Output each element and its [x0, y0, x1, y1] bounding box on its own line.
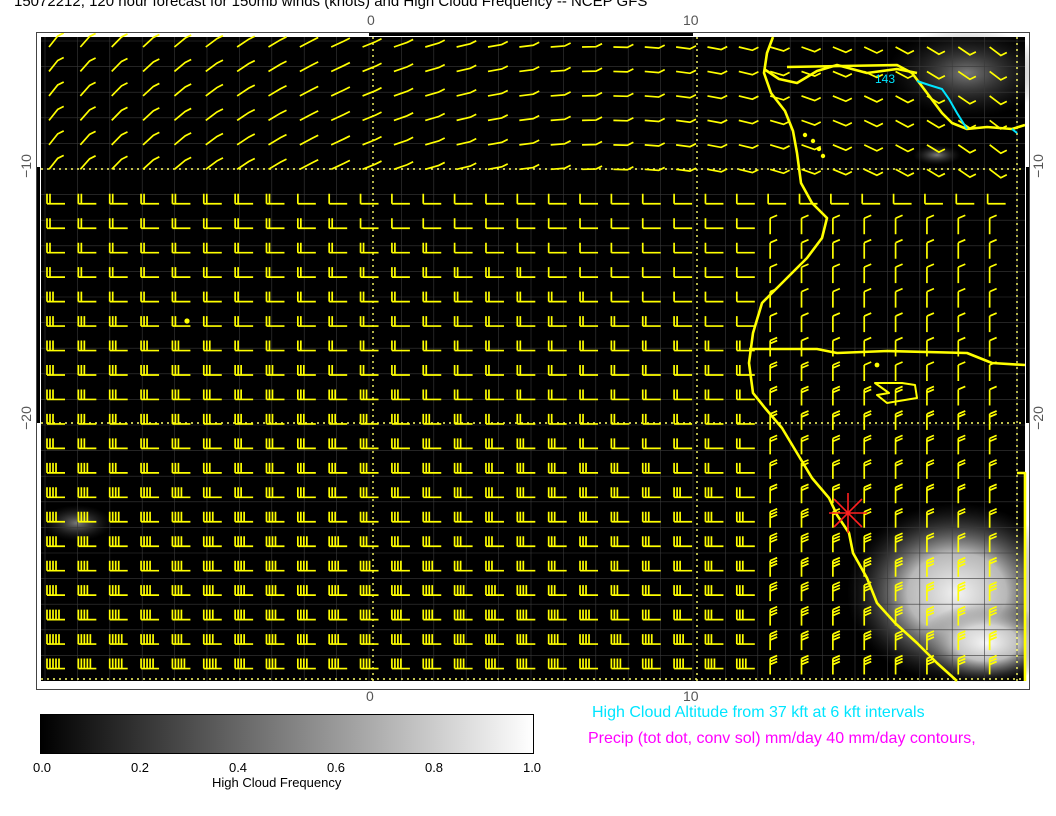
- y-tick-right-20: −20: [1029, 406, 1046, 430]
- colorbar-label-0: 0.0: [32, 760, 52, 775]
- colorbar-label-1: 0.2: [130, 760, 150, 775]
- precip-note: Precip (tot dot, conv sol) mm/day 40 mm/…: [588, 730, 976, 747]
- x-tick-bottom-0: 0: [366, 688, 374, 704]
- chart-title: 15072212, 120 hour forecast for 150mb wi…: [14, 0, 648, 10]
- wind-cloud-map: 143: [37, 33, 1029, 683]
- cloud-patch-n: [913, 145, 961, 165]
- contour-label: 143: [875, 72, 895, 86]
- colorbar-label-5: 1.0: [522, 760, 542, 775]
- y-tick-right-10: −10: [1029, 154, 1046, 178]
- red-star-marker: [829, 493, 867, 533]
- colorbar-label-3: 0.6: [326, 760, 346, 775]
- x-tick-top-10: 10: [683, 12, 699, 28]
- y-tick-left-10: −10: [17, 154, 34, 178]
- map-panel: 143: [36, 32, 1030, 690]
- cloud-patch-w: [42, 505, 112, 541]
- colorbar-label-4: 0.8: [424, 760, 444, 775]
- x-tick-top-0: 0: [367, 12, 375, 28]
- colorbar: [40, 714, 534, 754]
- y-tick-left-20: −20: [17, 406, 34, 430]
- cloud-altitude-note: High Cloud Altitude from 37 kft at 6 kft…: [592, 704, 925, 721]
- x-tick-bottom-10: 10: [683, 688, 699, 704]
- colorbar-title: High Cloud Frequency: [212, 775, 342, 790]
- colorbar-label-2: 0.4: [228, 760, 248, 775]
